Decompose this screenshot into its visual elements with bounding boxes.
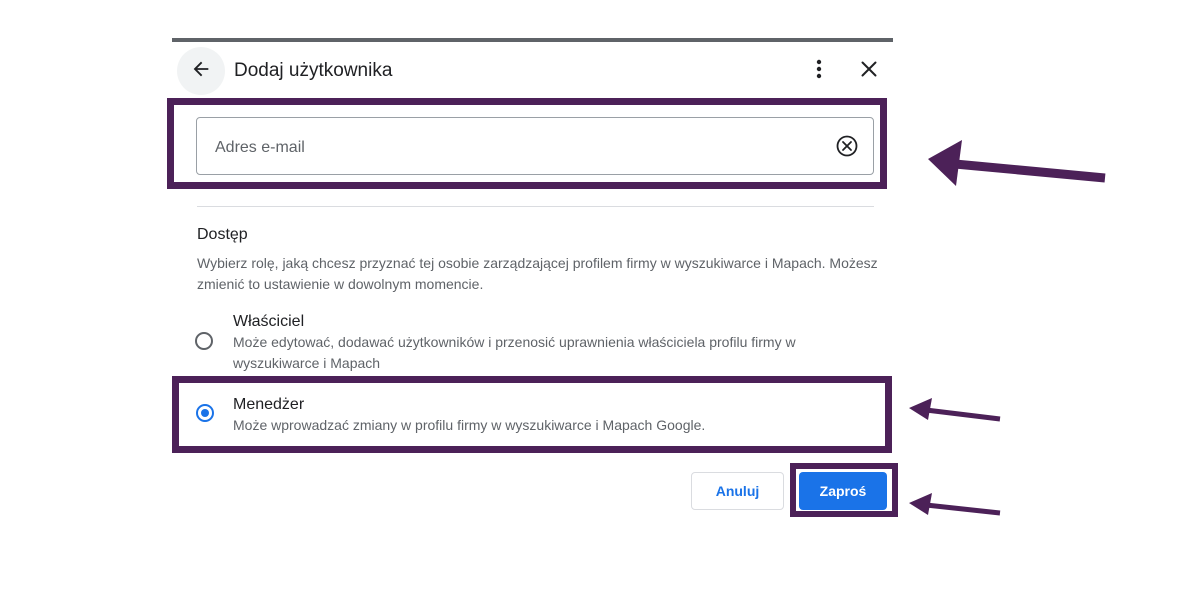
- access-title: Dostęp: [197, 226, 248, 243]
- owner-label: Właściciel: [233, 313, 305, 330]
- dialog-header: Dodaj użytkownika: [172, 42, 893, 100]
- arrow-back-icon: [190, 58, 212, 85]
- more-vert-icon: [816, 59, 822, 84]
- radio-selected-dot: [201, 409, 209, 417]
- back-button[interactable]: [177, 47, 225, 95]
- clear-circle-icon: [835, 135, 859, 162]
- screenshot-canvas: Dodaj użytkownika Adres e-mail Dostęp Wy…: [0, 0, 1200, 600]
- manager-radio[interactable]: [196, 404, 214, 422]
- manager-label: Menedżer: [233, 396, 305, 413]
- more-options-button[interactable]: [806, 55, 832, 87]
- owner-radio[interactable]: [195, 332, 213, 350]
- arrow-to-invite-button: [909, 493, 1001, 516]
- arrow-to-email-field: [928, 140, 1106, 186]
- close-button[interactable]: [855, 57, 883, 85]
- cancel-button[interactable]: Anuluj: [691, 472, 784, 510]
- arrow-to-manager-option: [909, 398, 1001, 422]
- section-divider: [197, 206, 874, 207]
- clear-email-button[interactable]: [835, 134, 861, 160]
- invite-button[interactable]: Zaproś: [799, 472, 887, 510]
- access-description: Wybierz rolę, jaką chcesz przyznać tej o…: [197, 255, 878, 292]
- close-icon: [861, 61, 877, 82]
- email-field[interactable]: [196, 117, 874, 175]
- owner-description: Może edytować, dodawać użytkowników i pr…: [233, 334, 796, 371]
- manager-description: Może wprowadzać zmiany w profilu firmy w…: [233, 417, 706, 433]
- email-input[interactable]: [213, 134, 817, 162]
- dialog-title: Dodaj użytkownika: [234, 60, 393, 81]
